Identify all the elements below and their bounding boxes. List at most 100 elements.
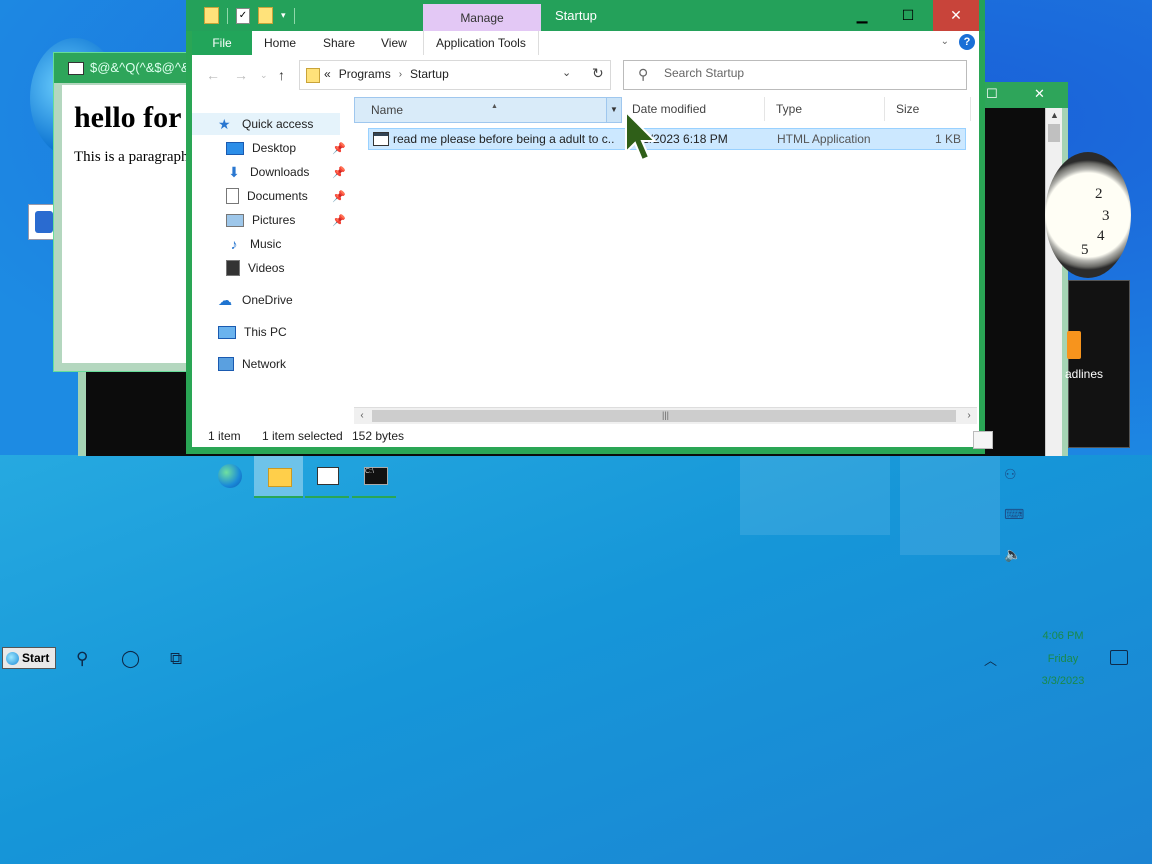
console-scrollbar[interactable]: ▲ (1045, 108, 1062, 456)
hta-window[interactable]: $@&^Q(^&$@^& hello for This is a paragra… (53, 52, 205, 372)
navigation-pane: ★ Quick access Desktop 📌 ⬇ Downloads 📌 D… (192, 95, 354, 425)
sidebar-item-quick-access[interactable]: ★ Quick access (192, 113, 340, 135)
folder-icon[interactable] (204, 7, 219, 24)
sidebar-item-downloads[interactable]: ⬇ Downloads 📌 (226, 161, 346, 183)
pin-icon: 📌 (332, 142, 346, 155)
refresh-icon[interactable]: ↻ (592, 65, 604, 82)
sidebar-item-documents[interactable]: Documents 📌 (226, 185, 346, 207)
sidebar-item-music[interactable]: ♪ Music (226, 233, 282, 255)
sidebar-item-videos[interactable]: Videos (226, 257, 284, 279)
maximize-button[interactable]: ☐ (885, 0, 931, 31)
taskbar-date[interactable]: 3/3/2023 (1036, 675, 1090, 687)
task-view-icon[interactable]: ⧉ (170, 649, 182, 669)
tab-application-tools[interactable]: Application Tools (423, 31, 539, 55)
close-icon[interactable]: ✕ (1034, 86, 1045, 102)
clock-number: 2 (1095, 186, 1103, 202)
start-label: Start (22, 651, 50, 665)
horizontal-scrollbar[interactable]: ‹ ||| › (354, 407, 977, 424)
sidebar-item-desktop[interactable]: Desktop 📌 (226, 137, 346, 159)
breadcrumb-overflow[interactable]: « (324, 67, 331, 83)
item-count: 1 item (208, 429, 241, 443)
selected-size: 152 bytes (352, 429, 405, 443)
hta-paragraph: This is a paragraph (74, 149, 189, 165)
taskbar-day[interactable]: Friday (1036, 653, 1090, 665)
minimize-button[interactable]: ▁ (839, 0, 885, 31)
folder-icon (306, 68, 320, 83)
sidebar-item-network[interactable]: Network (218, 353, 286, 375)
taskbar-hta-button[interactable] (305, 456, 349, 498)
column-header-label: Name (371, 103, 404, 117)
maximize-icon[interactable]: ☐ (986, 86, 998, 102)
chevron-down-icon[interactable]: ▼ (606, 98, 621, 122)
back-arrow-icon[interactable]: ← (206, 67, 220, 83)
large-icons-view-icon[interactable] (973, 431, 993, 449)
people-icon[interactable]: ⚇ (1004, 466, 1017, 483)
chevron-right-icon[interactable]: › (399, 67, 402, 83)
tab-file[interactable]: File (192, 31, 252, 55)
column-header-name[interactable]: ▲ Name ▼ (354, 97, 622, 123)
headlines-label: adlines (1065, 367, 1104, 381)
address-bar[interactable]: « Programs › Startup ⌄ ↻ (299, 60, 611, 90)
search-input[interactable] (662, 65, 946, 81)
navigation-bar: ← → ⌄ ↑ « Programs › Startup ⌄ ↻ ⚲ (192, 55, 979, 95)
start-button[interactable]: Start (2, 647, 56, 669)
selected-count: 1 item selected (262, 429, 343, 443)
close-button[interactable]: ✕ (933, 0, 979, 31)
taskbar-file-explorer-button[interactable] (254, 456, 303, 498)
hta-content: hello for This is a paragraph (62, 85, 204, 363)
scroll-thumb[interactable] (1048, 124, 1060, 142)
chevron-down-icon[interactable]: ▾ (281, 10, 286, 21)
network-tray-icon[interactable]: ⌨ (1004, 506, 1024, 523)
explorer-title-bar[interactable]: ✓ ▾ Manage Startup ▁ ☐ ✕ (186, 0, 985, 31)
search-icon: ⚲ (638, 66, 649, 82)
breadcrumb-programs[interactable]: Programs (339, 67, 391, 83)
sidebar-item-label: Downloads (250, 165, 310, 179)
chevron-right-icon[interactable]: › (961, 408, 977, 424)
clock-number: 5 (1081, 242, 1089, 258)
notification-icon[interactable] (1110, 650, 1128, 665)
recent-locations-chevron-icon[interactable]: ⌄ (260, 70, 268, 81)
search-box[interactable]: ⚲ (623, 60, 967, 90)
scroll-thumb[interactable]: ||| (372, 410, 956, 422)
file-explorer-window[interactable]: ✓ ▾ Manage Startup ▁ ☐ ✕ File Home Share… (186, 0, 993, 454)
clock-number: 3 (1102, 208, 1110, 224)
file-name[interactable]: read me please before being a adult to c… (393, 132, 615, 146)
hta-heading: hello for (74, 101, 182, 134)
new-folder-icon[interactable] (258, 7, 273, 24)
chevron-down-icon[interactable]: ⌄ (562, 66, 571, 79)
volume-icon[interactable]: 🔈 (1004, 546, 1021, 563)
cortana-circle-icon[interactable]: ◯ (121, 649, 140, 669)
pictures-icon (226, 213, 244, 227)
search-icon[interactable]: ⚲ (76, 649, 88, 669)
clock-gadget[interactable]: 2 3 4 5 (1045, 152, 1131, 278)
table-row[interactable]: read me please before being a adult to c… (368, 128, 966, 150)
forward-arrow-icon[interactable]: → (234, 67, 248, 83)
column-header-size[interactable]: Size (890, 97, 971, 121)
chevron-down-icon[interactable]: ⌄ (941, 36, 949, 47)
sidebar-item-this-pc[interactable]: This PC (218, 321, 287, 343)
headlines-gadget[interactable]: adlines (1065, 280, 1130, 448)
tab-manage[interactable]: Manage (423, 4, 541, 31)
sidebar-item-label: This PC (244, 325, 287, 339)
taskbar-edge-button[interactable] (208, 456, 252, 496)
chevron-left-icon[interactable]: ‹ (354, 408, 370, 424)
breadcrumb: « Programs › Startup (324, 67, 449, 83)
breadcrumb-startup[interactable]: Startup (410, 67, 449, 83)
taskbar-console-button[interactable] (352, 456, 396, 498)
chevron-up-icon[interactable]: ︿ (984, 650, 997, 669)
sidebar-item-label: Documents (247, 189, 308, 203)
window-title: Startup (555, 8, 597, 23)
scroll-up-icon[interactable]: ▲ (1050, 110, 1059, 120)
hta-title-bar[interactable]: $@&^Q(^&$@^& (54, 53, 204, 83)
tab-view[interactable]: View (381, 31, 407, 55)
sidebar-item-onedrive[interactable]: ☁ OneDrive (218, 289, 293, 311)
wallpaper-light (740, 455, 890, 535)
taskbar-time[interactable]: 4:06 PM (1036, 630, 1090, 642)
tab-home[interactable]: Home (264, 31, 296, 55)
column-header-type[interactable]: Type (770, 97, 885, 121)
properties-icon[interactable]: ✓ (236, 7, 250, 24)
sidebar-item-pictures[interactable]: Pictures 📌 (226, 209, 346, 231)
tab-share[interactable]: Share (323, 31, 355, 55)
up-arrow-icon[interactable]: ↑ (278, 67, 285, 83)
help-icon[interactable]: ? (959, 34, 975, 50)
